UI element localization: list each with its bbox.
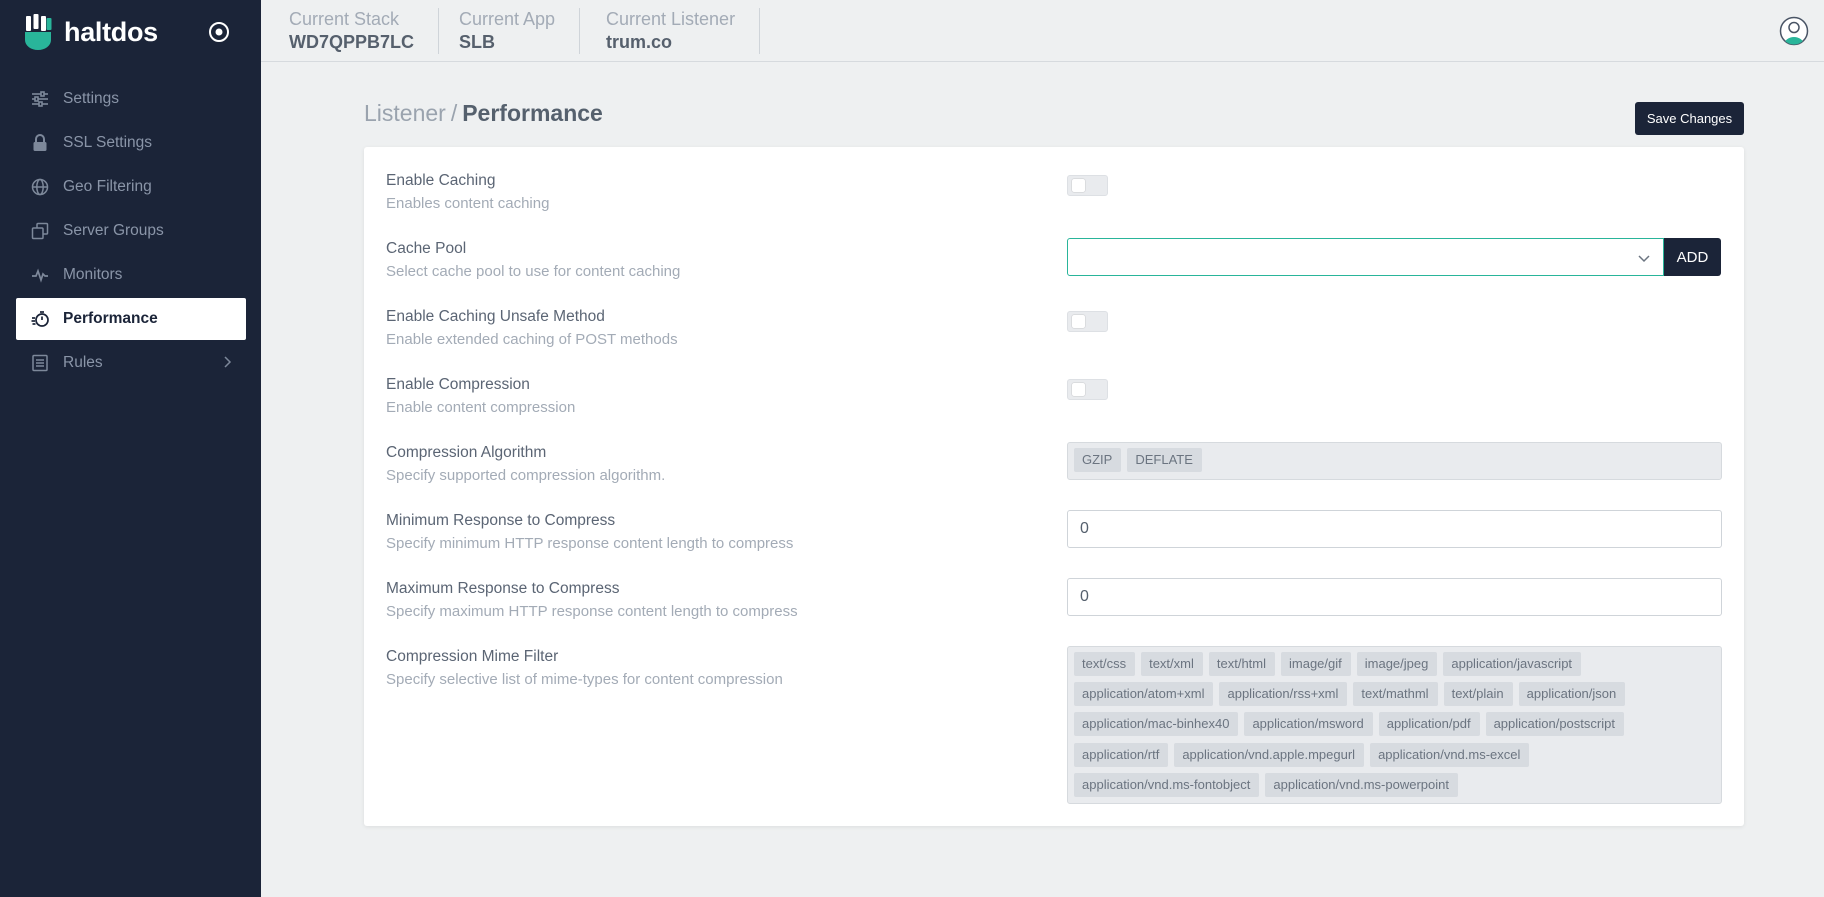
- tag[interactable]: application/rtf: [1074, 742, 1169, 767]
- current-listener-value: trum.co: [606, 32, 673, 52]
- setting-title: Enable Caching Unsafe Method: [386, 308, 605, 325]
- max-response-input[interactable]: [1067, 578, 1722, 616]
- tag[interactable]: text/plain: [1443, 682, 1513, 707]
- breadcrumb-separator: /: [450, 100, 458, 126]
- breadcrumb: Listener / Performance: [364, 100, 603, 127]
- sidebar-nav: Settings SSL Settings Geo Filtering Serv…: [16, 78, 246, 386]
- sidebar-item-settings[interactable]: Settings: [16, 78, 246, 120]
- caching-unsafe-toggle[interactable]: [1067, 311, 1108, 332]
- sidebar-item-monitors[interactable]: Monitors: [16, 254, 246, 296]
- setting-enable-compression: Enable Compression Enable content compre…: [386, 375, 1722, 418]
- sidebar-item-label: Settings: [63, 90, 120, 107]
- tag[interactable]: application/json: [1518, 682, 1626, 707]
- top-bar: Current Stack WD7QPPB7LC Current App SLB…: [261, 0, 1824, 62]
- setting-compression-mime-filter: Compression Mime Filter Specify selectiv…: [386, 646, 1722, 804]
- tag[interactable]: text/html: [1208, 652, 1275, 676]
- sidebar: haltdos Settings SSL Settings Geo Filter…: [0, 0, 261, 897]
- sidebar-item-label: SSL Settings: [63, 134, 153, 151]
- tag[interactable]: application/mac-binhex40: [1074, 712, 1239, 737]
- current-listener[interactable]: Current Listener trum.co: [578, 8, 761, 54]
- performance-settings-card: Enable Caching Enables content caching C…: [364, 147, 1744, 826]
- tag[interactable]: application/javascript: [1443, 652, 1582, 676]
- setting-cache-pool: Cache Pool Select cache pool to use for …: [386, 238, 1722, 282]
- cache-pool-control: ADD: [1067, 238, 1722, 276]
- tag[interactable]: application/atom+xml: [1074, 682, 1214, 707]
- sidebar-item-ssl-settings[interactable]: SSL Settings: [16, 122, 246, 164]
- cache-pool-select[interactable]: [1067, 238, 1664, 276]
- sidebar-item-label: Server Groups: [63, 222, 164, 239]
- save-changes-button[interactable]: Save Changes: [1635, 102, 1744, 135]
- current-stack-label: Current Stack: [289, 9, 400, 29]
- chevron-right-icon: [224, 356, 232, 368]
- current-app[interactable]: Current App SLB: [431, 8, 581, 54]
- brand[interactable]: haltdos: [24, 14, 158, 50]
- tag[interactable]: GZIP: [1074, 448, 1122, 472]
- setting-caching-unsafe-method: Enable Caching Unsafe Method Enable exte…: [386, 307, 1722, 350]
- enable-compression-toggle[interactable]: [1067, 379, 1108, 400]
- current-stack[interactable]: Current Stack WD7QPPB7LC: [261, 8, 440, 54]
- setting-compression-algorithm: Compression Algorithm Specify supported …: [386, 442, 1722, 486]
- mime-filter-tags[interactable]: text/css text/xml text/html image/gif im…: [1067, 646, 1722, 804]
- brand-name: haltdos: [64, 16, 158, 47]
- tag[interactable]: application/vnd.ms-fontobject: [1074, 772, 1260, 797]
- tag[interactable]: application/pdf: [1378, 712, 1480, 737]
- server-groups-icon: [31, 222, 49, 240]
- sidebar-item-rules[interactable]: Rules: [16, 342, 246, 384]
- tag[interactable]: text/css: [1074, 652, 1136, 676]
- tag[interactable]: text/mathml: [1353, 682, 1438, 707]
- setting-title: Enable Caching: [386, 172, 496, 189]
- tag[interactable]: application/rss+xml: [1219, 682, 1348, 707]
- tag[interactable]: application/vnd.ms-powerpoint: [1265, 772, 1458, 797]
- tag[interactable]: application/postscript: [1485, 712, 1624, 737]
- setting-title: Enable Compression: [386, 376, 530, 393]
- sidebar-item-geo-filtering[interactable]: Geo Filtering: [16, 166, 246, 208]
- current-listener-label: Current Listener: [606, 9, 736, 29]
- tag[interactable]: image/jpeg: [1356, 652, 1438, 676]
- setting-description: Enable content compression: [386, 399, 576, 416]
- sidebar-item-label: Geo Filtering: [63, 178, 152, 195]
- pulse-icon: [31, 266, 49, 284]
- tag[interactable]: application/vnd.apple.mpegurl: [1174, 742, 1365, 767]
- globe-icon: [31, 178, 49, 196]
- sidebar-item-performance[interactable]: Performance: [16, 298, 246, 340]
- haltdos-logo-icon: [25, 14, 52, 50]
- compression-algorithm-tags[interactable]: GZIP DEFLATE: [1067, 442, 1722, 480]
- list-icon: [31, 354, 49, 372]
- sliders-icon: [31, 90, 49, 108]
- min-response-input[interactable]: [1067, 510, 1722, 548]
- breadcrumb-parent[interactable]: Listener: [364, 100, 446, 126]
- tag[interactable]: application/msword: [1244, 712, 1373, 737]
- sidebar-item-label: Monitors: [63, 266, 123, 283]
- tag[interactable]: text/xml: [1141, 652, 1203, 676]
- setting-min-response: Minimum Response to Compress Specify min…: [386, 510, 1722, 554]
- enable-caching-toggle[interactable]: [1067, 175, 1108, 196]
- target-icon[interactable]: [208, 21, 230, 43]
- lock-icon: [31, 134, 49, 152]
- tag[interactable]: application/vnd.ms-excel: [1370, 742, 1530, 767]
- sidebar-item-label: Rules: [63, 354, 103, 371]
- setting-description: Enables content caching: [386, 195, 550, 212]
- chevron-down-icon: [1638, 255, 1650, 263]
- current-app-label: Current App: [459, 9, 556, 29]
- user-avatar-icon[interactable]: [1779, 16, 1809, 46]
- current-stack-value: WD7QPPB7LC: [289, 32, 415, 52]
- tag[interactable]: DEFLATE: [1127, 448, 1202, 472]
- current-app-value: SLB: [459, 32, 495, 52]
- sidebar-item-label: Performance: [63, 310, 158, 327]
- stopwatch-icon: [31, 310, 49, 328]
- tag[interactable]: image/gif: [1281, 652, 1351, 676]
- page-title: Performance: [462, 100, 603, 126]
- setting-enable-caching: Enable Caching Enables content caching: [386, 171, 1722, 214]
- add-cache-pool-button[interactable]: ADD: [1664, 238, 1721, 276]
- setting-max-response: Maximum Response to Compress Specify max…: [386, 578, 1722, 622]
- sidebar-item-server-groups[interactable]: Server Groups: [16, 210, 246, 252]
- setting-description: Enable extended caching of POST methods: [386, 331, 678, 348]
